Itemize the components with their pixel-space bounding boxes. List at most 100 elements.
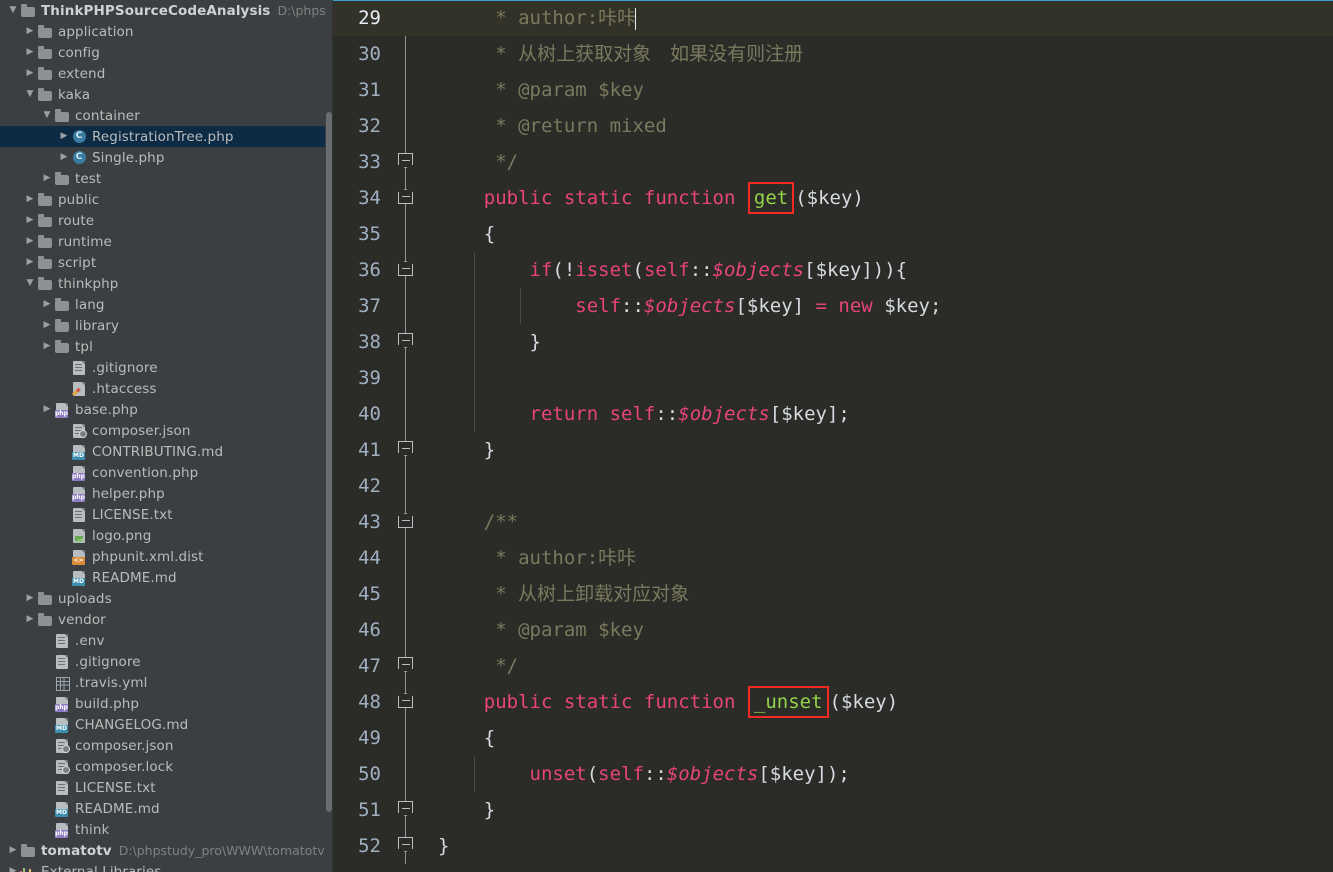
- editor-gutter[interactable]: 36: [333, 252, 438, 288]
- fold-column[interactable]: [385, 792, 427, 828]
- editor-gutter[interactable]: 37: [333, 288, 438, 324]
- tree-item-build-php[interactable]: ▶phpbuild.php: [0, 693, 333, 714]
- code-line[interactable]: 41 }: [333, 432, 1333, 468]
- code-line[interactable]: 36 if(!isset(self::$objects[$key])){: [333, 252, 1333, 288]
- tree-item-think[interactable]: ▶phpthink: [0, 819, 333, 840]
- code-line[interactable]: 45 * 从树上卸载对应对象: [333, 576, 1333, 612]
- code-line[interactable]: 29 * author:咔咔: [333, 0, 1333, 36]
- fold-column[interactable]: [385, 612, 427, 648]
- chevron-right-icon[interactable]: ▶: [6, 846, 20, 855]
- chevron-down-icon[interactable]: ▼: [23, 279, 37, 288]
- editor-gutter[interactable]: 30: [333, 36, 438, 72]
- fold-column[interactable]: [385, 360, 427, 396]
- editor-gutter[interactable]: 43: [333, 504, 438, 540]
- tree-item-thinkphpsourcecodeanalysis[interactable]: ▼ThinkPHPSourceCodeAnalysisD:\phpstudy_p…: [0, 0, 333, 21]
- tree-item--gitignore[interactable]: ▶.gitignore: [0, 357, 333, 378]
- fold-toggle-icon[interactable]: [398, 189, 413, 204]
- fold-toggle-icon[interactable]: [398, 153, 413, 168]
- fold-column[interactable]: [385, 504, 427, 540]
- editor-gutter[interactable]: 38: [333, 324, 438, 360]
- chevron-right-icon[interactable]: ▶: [23, 69, 37, 78]
- code-line[interactable]: 30 * 从树上获取对象 如果没有则注册: [333, 36, 1333, 72]
- chevron-right-icon[interactable]: ▶: [40, 405, 54, 414]
- fold-toggle-icon[interactable]: [398, 801, 413, 816]
- tree-item-composer-json[interactable]: ▶composer.json: [0, 735, 333, 756]
- fold-column[interactable]: [385, 216, 427, 252]
- tree-item-phpunit-xml-dist[interactable]: ▶<>phpunit.xml.dist: [0, 546, 333, 567]
- chevron-down-icon[interactable]: ▼: [40, 111, 54, 120]
- code-line[interactable]: 43 /**: [333, 504, 1333, 540]
- tree-item-changelog-md[interactable]: ▶MDCHANGELOG.md: [0, 714, 333, 735]
- code-line[interactable]: 42: [333, 468, 1333, 504]
- chevron-right-icon[interactable]: ▶: [23, 216, 37, 225]
- editor-gutter[interactable]: 50: [333, 756, 438, 792]
- editor-gutter[interactable]: 52: [333, 828, 438, 864]
- fold-toggle-icon[interactable]: [398, 513, 413, 528]
- fold-toggle-icon[interactable]: [398, 333, 413, 348]
- tree-item-script[interactable]: ▶ script: [0, 252, 333, 273]
- fold-column[interactable]: [385, 648, 427, 684]
- fold-column[interactable]: [385, 684, 427, 720]
- tree-item-composer-json[interactable]: ▶composer.json: [0, 420, 333, 441]
- editor-gutter[interactable]: 29: [333, 0, 438, 36]
- tree-item-base-php[interactable]: ▶ php base.php: [0, 399, 333, 420]
- tree-item--gitignore[interactable]: ▶.gitignore: [0, 651, 333, 672]
- editor-gutter[interactable]: 40: [333, 396, 438, 432]
- code-line[interactable]: 50 unset(self::$objects[$key]);: [333, 756, 1333, 792]
- code-line[interactable]: 46 * @param $key: [333, 612, 1333, 648]
- tree-item-kaka[interactable]: ▼ kaka: [0, 84, 333, 105]
- editor-gutter[interactable]: 48: [333, 684, 438, 720]
- chevron-right-icon[interactable]: ▶: [57, 153, 71, 162]
- editor-gutter[interactable]: 46: [333, 612, 438, 648]
- fold-column[interactable]: [385, 0, 427, 36]
- tree-item-external-libraries[interactable]: ▶ External Libraries: [0, 861, 333, 872]
- tree-item-license-txt[interactable]: ▶LICENSE.txt: [0, 777, 333, 798]
- code-line[interactable]: 32 * @return mixed: [333, 108, 1333, 144]
- fold-toggle-icon[interactable]: [398, 441, 413, 456]
- chevron-right-icon[interactable]: ▶: [40, 300, 54, 309]
- tree-item-convention-php[interactable]: ▶phpconvention.php: [0, 462, 333, 483]
- fold-toggle-icon[interactable]: [398, 837, 413, 852]
- chevron-down-icon[interactable]: ▼: [23, 90, 37, 99]
- fold-column[interactable]: [385, 252, 427, 288]
- code-line[interactable]: 52}: [333, 828, 1333, 864]
- editor-gutter[interactable]: 32: [333, 108, 438, 144]
- tree-item-application[interactable]: ▶ application: [0, 21, 333, 42]
- project-tree-panel[interactable]: ▼ ThinkPHPSourceCodeAnalysis D:\phpstudy_p…: [0, 0, 333, 872]
- tree-item-contributing-md[interactable]: ▶MDCONTRIBUTING.md: [0, 441, 333, 462]
- fold-column[interactable]: [385, 324, 427, 360]
- code-line[interactable]: 48 public static function _unset ($key): [333, 684, 1333, 720]
- tree-item-lang[interactable]: ▶ lang: [0, 294, 333, 315]
- code-line[interactable]: 34 public static function get ($key): [333, 180, 1333, 216]
- tree-item-uploads[interactable]: ▶ uploads: [0, 588, 333, 609]
- tree-item-public[interactable]: ▶ public: [0, 189, 333, 210]
- fold-column[interactable]: [385, 828, 427, 864]
- code-line[interactable]: 44 * author:咔咔: [333, 540, 1333, 576]
- fold-column[interactable]: [385, 72, 427, 108]
- code-line[interactable]: 38 }: [333, 324, 1333, 360]
- fold-toggle-icon[interactable]: [398, 693, 413, 708]
- tree-item-test[interactable]: ▶ test: [0, 168, 333, 189]
- tree-item-helper-php[interactable]: ▶phphelper.php: [0, 483, 333, 504]
- chevron-right-icon[interactable]: ▶: [23, 48, 37, 57]
- editor-gutter[interactable]: 47: [333, 648, 438, 684]
- code-line[interactable]: 49 {: [333, 720, 1333, 756]
- editor-gutter[interactable]: 35: [333, 216, 438, 252]
- tree-item-library[interactable]: ▶ library: [0, 315, 333, 336]
- fold-column[interactable]: [385, 576, 427, 612]
- editor-gutter[interactable]: 51: [333, 792, 438, 828]
- fold-column[interactable]: [385, 288, 427, 324]
- tree-item-runtime[interactable]: ▶ runtime: [0, 231, 333, 252]
- code-line[interactable]: 51 }: [333, 792, 1333, 828]
- tree-item-readme-md[interactable]: ▶MDREADME.md: [0, 798, 333, 819]
- fold-column[interactable]: [385, 396, 427, 432]
- code-editor[interactable]: 29 * author:咔咔 30 * 从树上获取对象 如果没有则注册 31 * @…: [333, 0, 1333, 872]
- fold-column[interactable]: [385, 144, 427, 180]
- code-line[interactable]: 31 * @param $key: [333, 72, 1333, 108]
- chevron-down-icon[interactable]: ▼: [6, 6, 20, 15]
- chevron-right-icon[interactable]: ▶: [23, 615, 37, 624]
- tree-item-container[interactable]: ▼ container: [0, 105, 333, 126]
- code-line[interactable]: 39: [333, 360, 1333, 396]
- fold-column[interactable]: [385, 180, 427, 216]
- tree-item-tpl[interactable]: ▶ tpl: [0, 336, 333, 357]
